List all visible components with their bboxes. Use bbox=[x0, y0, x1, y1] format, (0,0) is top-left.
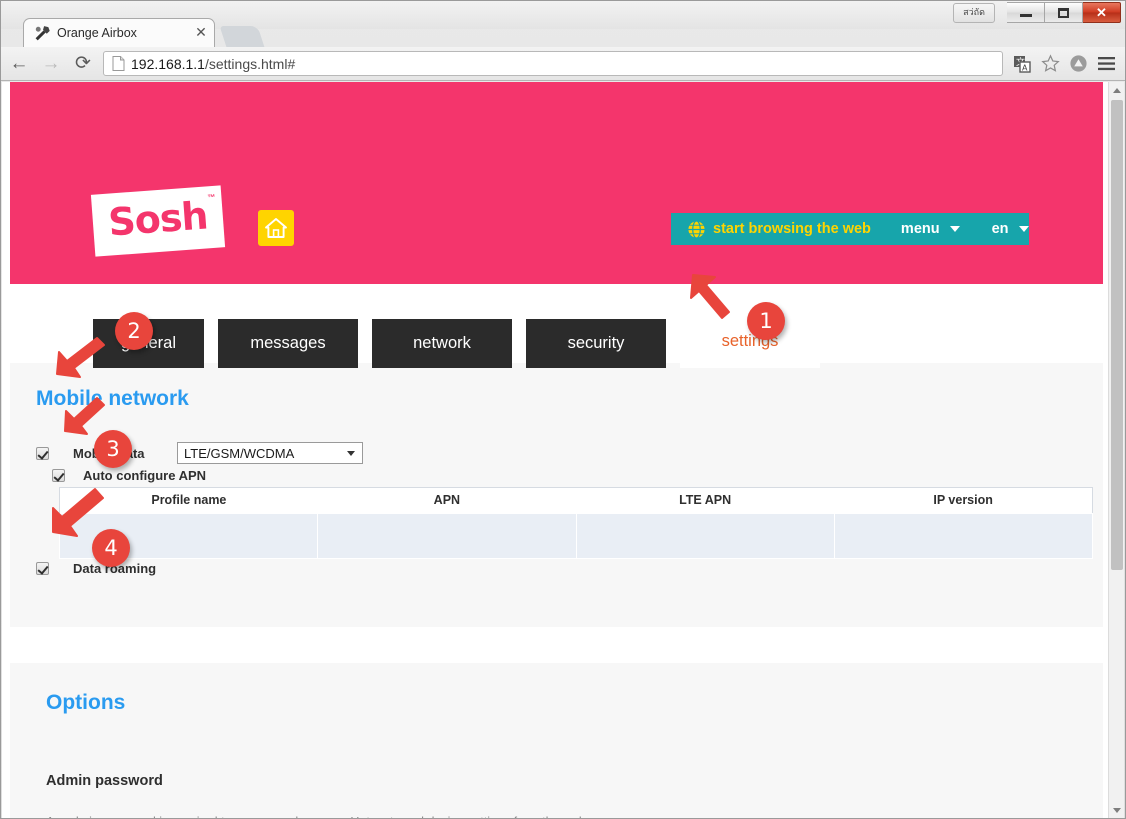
forward-button: → bbox=[41, 52, 61, 74]
apn-table-head: Profile name APN LTE APN IP version bbox=[59, 487, 1093, 514]
menu-label: menu bbox=[900, 221, 940, 237]
apn-table-body bbox=[58, 513, 1094, 559]
url-host: 192.168.1.1 bbox=[131, 55, 205, 72]
page-viewport: Sosh ™ start browsing the web menu en me… bbox=[2, 82, 1110, 818]
apn-col-lte-apn: LTE APN bbox=[576, 487, 835, 514]
back-button[interactable]: ← bbox=[5, 50, 33, 78]
site-top-bar: start browsing the web menu en bbox=[671, 213, 1029, 245]
network-mode-value: LTE/GSM/WCDMA bbox=[184, 445, 295, 461]
chevron-down-icon bbox=[949, 226, 960, 232]
url-path: /settings.html# bbox=[204, 55, 296, 72]
tab-messages[interactable]: messages bbox=[218, 319, 358, 368]
admin-password-description: An admin password is required to access … bbox=[46, 815, 589, 818]
scroll-down-button[interactable] bbox=[1109, 802, 1125, 818]
admin-password-heading: Admin password bbox=[46, 773, 163, 789]
table-row[interactable] bbox=[58, 513, 1094, 559]
auto-configure-apn-label: Auto configure APN bbox=[83, 468, 207, 483]
bookmark-star-icon[interactable] bbox=[1037, 51, 1063, 77]
annotation-badge-3: 3 bbox=[94, 430, 132, 468]
apn-cell-lte-apn[interactable] bbox=[575, 513, 835, 559]
minimize-icon bbox=[1019, 14, 1032, 17]
tab-network[interactable]: network bbox=[372, 319, 512, 368]
apn-cell-apn[interactable] bbox=[317, 513, 577, 559]
drive-upload-icon[interactable] bbox=[1065, 51, 1091, 77]
start-browsing-label: start browsing the web bbox=[713, 221, 871, 237]
options-title: Options bbox=[46, 691, 126, 714]
browser-toolbar: ← → ⟳ 192.168.1.1/settings.html# 文 A bbox=[1, 47, 1125, 81]
tab-title: Orange Airbox bbox=[57, 26, 137, 40]
page-icon bbox=[112, 56, 125, 71]
apn-col-ip-version: IP version bbox=[834, 487, 1093, 514]
apn-table-header-row: Profile name APN LTE APN IP version bbox=[59, 487, 1093, 514]
annotation-badge-4: 4 bbox=[92, 529, 130, 567]
chevron-up-icon bbox=[1113, 88, 1121, 93]
globe-icon bbox=[687, 219, 706, 239]
page-content: Mobile network Mobile data LTE/GSM/WCDMA… bbox=[10, 363, 1103, 818]
mobile-network-section: Mobile network Mobile data LTE/GSM/WCDMA… bbox=[10, 363, 1103, 627]
apn-cell-ip-version[interactable] bbox=[833, 513, 1094, 559]
apn-profiles-table: Profile name APN LTE APN IP version bbox=[58, 487, 1094, 559]
annotation-badge-1: 1 bbox=[747, 302, 785, 340]
sosh-logo: Sosh ™ bbox=[90, 185, 226, 257]
data-roaming-checkbox[interactable] bbox=[36, 562, 49, 575]
apn-col-apn: APN bbox=[317, 487, 576, 514]
reload-button[interactable]: ⟳ bbox=[69, 50, 97, 78]
options-section: Options Admin password An admin password… bbox=[10, 663, 1103, 818]
annotation-arrow-2 bbox=[56, 337, 105, 378]
browser-window: สว่ถัด ✕ Orange Airbox ✕ ← → ⟳ 192.168.1… bbox=[0, 0, 1126, 819]
maximize-icon bbox=[1058, 7, 1069, 18]
logo-trademark: ™ bbox=[207, 192, 216, 203]
tab-security[interactable]: security bbox=[526, 319, 666, 368]
tab-close-icon[interactable]: ✕ bbox=[194, 25, 208, 40]
chevron-down-icon bbox=[1018, 226, 1029, 232]
new-tab-button[interactable] bbox=[219, 26, 265, 47]
language-dropdown[interactable]: en bbox=[976, 213, 1045, 245]
auto-configure-apn-checkbox[interactable] bbox=[52, 469, 65, 482]
tab-strip: Orange Airbox ✕ bbox=[1, 18, 1125, 47]
chevron-down-icon bbox=[347, 451, 355, 456]
annotation-badge-2: 2 bbox=[115, 312, 153, 350]
url-text: 192.168.1.1/settings.html# bbox=[131, 56, 295, 72]
language-label: en bbox=[991, 221, 1009, 237]
address-bar[interactable]: 192.168.1.1/settings.html# bbox=[103, 51, 1003, 76]
start-browsing-link[interactable]: start browsing the web bbox=[671, 213, 885, 245]
site-header: Sosh ™ start browsing the web menu en bbox=[10, 82, 1103, 284]
svg-text:A: A bbox=[1022, 63, 1028, 72]
scrollbar-thumb[interactable] bbox=[1111, 100, 1123, 570]
page-scrollbar[interactable] bbox=[1108, 82, 1125, 818]
hammer-wrench-icon bbox=[35, 25, 50, 40]
chrome-menu-icon[interactable] bbox=[1093, 51, 1119, 77]
section-separator bbox=[10, 627, 1103, 663]
home-icon bbox=[265, 218, 287, 238]
network-mode-select[interactable]: LTE/GSM/WCDMA bbox=[177, 442, 363, 464]
translate-icon[interactable]: 文 A bbox=[1009, 51, 1035, 77]
chevron-down-icon bbox=[1113, 808, 1121, 813]
logo-text: Sosh bbox=[106, 193, 209, 245]
mobile-data-checkbox[interactable] bbox=[36, 446, 49, 460]
menu-dropdown[interactable]: menu bbox=[885, 213, 976, 245]
scroll-up-button[interactable] bbox=[1109, 82, 1125, 99]
home-button[interactable] bbox=[258, 210, 294, 246]
browser-tab[interactable]: Orange Airbox ✕ bbox=[23, 18, 215, 47]
